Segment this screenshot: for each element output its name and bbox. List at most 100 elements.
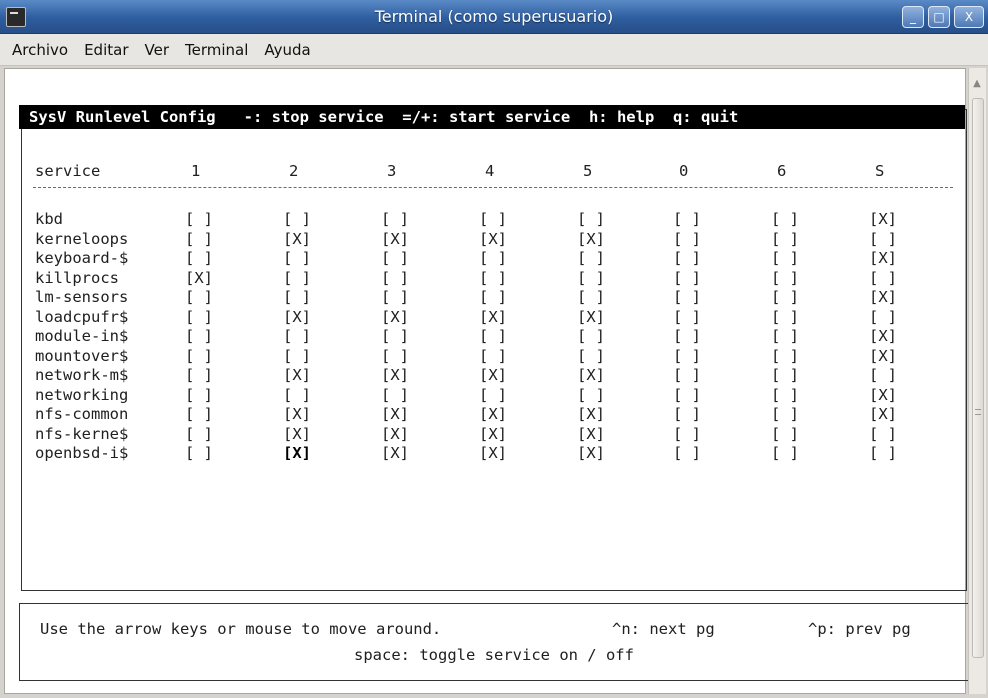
runlevel-checkbox[interactable]: [X] [479,424,507,444]
runlevel-checkbox[interactable]: [ ] [283,248,311,268]
runlevel-checkbox[interactable]: [ ] [673,287,701,307]
runlevel-checkbox[interactable]: [ ] [185,346,213,366]
runlevel-checkbox[interactable]: [ ] [283,209,311,229]
runlevel-checkbox[interactable]: [ ] [673,307,701,327]
runlevel-checkbox[interactable]: [X] [869,404,897,424]
runlevel-checkbox[interactable]: [ ] [185,443,213,463]
runlevel-checkbox[interactable]: [X] [283,365,311,385]
runlevel-checkbox[interactable]: [ ] [185,307,213,327]
runlevel-checkbox[interactable]: [X] [577,307,605,327]
runlevel-checkbox[interactable]: [ ] [479,385,507,405]
runlevel-checkbox[interactable]: [ ] [771,424,799,444]
runlevel-checkbox[interactable]: [ ] [381,326,409,346]
runlevel-checkbox[interactable]: [ ] [479,326,507,346]
close-button[interactable]: X [954,6,984,28]
scrollbar-thumb[interactable] [972,98,984,658]
maximize-button[interactable]: □ [928,6,950,28]
runlevel-checkbox[interactable]: [ ] [283,268,311,288]
runlevel-checkbox[interactable]: [ ] [673,209,701,229]
runlevel-checkbox[interactable]: [X] [869,326,897,346]
runlevel-checkbox[interactable]: [ ] [673,248,701,268]
runlevel-checkbox[interactable]: [ ] [283,326,311,346]
runlevel-checkbox[interactable]: [ ] [673,229,701,249]
runlevel-checkbox[interactable]: [ ] [869,443,897,463]
runlevel-checkbox[interactable]: [ ] [185,404,213,424]
menu-ver[interactable]: Ver [145,41,170,59]
runlevel-checkbox[interactable]: [ ] [771,209,799,229]
runlevel-checkbox[interactable]: [ ] [771,307,799,327]
runlevel-checkbox[interactable]: [ ] [185,385,213,405]
minimize-button[interactable]: _ [902,6,924,28]
runlevel-checkbox[interactable]: [ ] [479,346,507,366]
runlevel-checkbox[interactable]: [ ] [185,326,213,346]
runlevel-checkbox[interactable]: [ ] [283,385,311,405]
runlevel-checkbox[interactable]: [ ] [185,365,213,385]
runlevel-checkbox[interactable]: [X] [869,346,897,366]
runlevel-checkbox[interactable]: [ ] [771,365,799,385]
runlevel-checkbox[interactable]: [X] [283,443,311,463]
runlevel-checkbox[interactable]: [ ] [577,326,605,346]
runlevel-checkbox[interactable]: [X] [479,404,507,424]
terminal-area[interactable]: SysV Runlevel Config -: stop service =/+… [4,68,969,694]
runlevel-checkbox[interactable]: [X] [869,385,897,405]
runlevel-checkbox[interactable]: [ ] [381,287,409,307]
runlevel-checkbox[interactable]: [ ] [771,443,799,463]
menu-editar[interactable]: Editar [84,41,128,59]
runlevel-checkbox[interactable]: [X] [479,229,507,249]
runlevel-checkbox[interactable]: [ ] [771,385,799,405]
runlevel-checkbox[interactable]: [ ] [673,385,701,405]
runlevel-checkbox[interactable]: [X] [577,443,605,463]
menu-ayuda[interactable]: Ayuda [264,41,310,59]
runlevel-checkbox[interactable]: [X] [577,404,605,424]
runlevel-checkbox[interactable]: [X] [577,229,605,249]
runlevel-checkbox[interactable]: [ ] [577,209,605,229]
runlevel-checkbox[interactable]: [ ] [771,346,799,366]
runlevel-checkbox[interactable]: [X] [283,404,311,424]
runlevel-checkbox[interactable]: [ ] [673,424,701,444]
runlevel-checkbox[interactable]: [X] [381,424,409,444]
runlevel-checkbox[interactable]: [ ] [869,268,897,288]
runlevel-checkbox[interactable]: [X] [381,365,409,385]
runlevel-checkbox[interactable]: [X] [381,307,409,327]
runlevel-checkbox[interactable]: [ ] [869,307,897,327]
runlevel-checkbox[interactable]: [ ] [577,268,605,288]
runlevel-checkbox[interactable]: [ ] [283,346,311,366]
runlevel-checkbox[interactable]: [ ] [771,404,799,424]
runlevel-checkbox[interactable]: [X] [283,229,311,249]
runlevel-checkbox[interactable]: [ ] [185,209,213,229]
runlevel-checkbox[interactable]: [ ] [673,326,701,346]
runlevel-checkbox[interactable]: [X] [185,268,213,288]
vertical-scrollbar[interactable]: ▲ [968,68,986,694]
title-bar[interactable]: Terminal (como superusuario) _ □ X [0,0,988,34]
runlevel-checkbox[interactable]: [ ] [185,248,213,268]
runlevel-checkbox[interactable]: [ ] [673,404,701,424]
menu-archivo[interactable]: Archivo [12,41,68,59]
runlevel-checkbox[interactable]: [ ] [283,287,311,307]
runlevel-checkbox[interactable]: [X] [283,307,311,327]
runlevel-checkbox[interactable]: [X] [479,365,507,385]
runlevel-checkbox[interactable]: [ ] [381,248,409,268]
runlevel-checkbox[interactable]: [ ] [577,385,605,405]
runlevel-checkbox[interactable]: [X] [381,443,409,463]
runlevel-checkbox[interactable]: [ ] [381,209,409,229]
menu-terminal[interactable]: Terminal [185,41,248,59]
runlevel-checkbox[interactable]: [ ] [577,287,605,307]
runlevel-checkbox[interactable]: [ ] [673,346,701,366]
runlevel-checkbox[interactable]: [ ] [381,346,409,366]
runlevel-checkbox[interactable]: [ ] [577,346,605,366]
runlevel-checkbox[interactable]: [X] [479,443,507,463]
runlevel-checkbox[interactable]: [X] [869,287,897,307]
runlevel-checkbox[interactable]: [X] [577,365,605,385]
runlevel-checkbox[interactable]: [ ] [771,248,799,268]
runlevel-checkbox[interactable]: [ ] [479,248,507,268]
runlevel-checkbox[interactable]: [X] [869,209,897,229]
runlevel-checkbox[interactable]: [ ] [673,365,701,385]
runlevel-checkbox[interactable]: [ ] [771,229,799,249]
runlevel-checkbox[interactable]: [ ] [381,268,409,288]
runlevel-checkbox[interactable]: [ ] [381,385,409,405]
runlevel-checkbox[interactable]: [ ] [673,268,701,288]
runlevel-checkbox[interactable]: [ ] [185,287,213,307]
runlevel-checkbox[interactable]: [ ] [479,209,507,229]
runlevel-checkbox[interactable]: [ ] [577,248,605,268]
runlevel-checkbox[interactable]: [ ] [869,365,897,385]
